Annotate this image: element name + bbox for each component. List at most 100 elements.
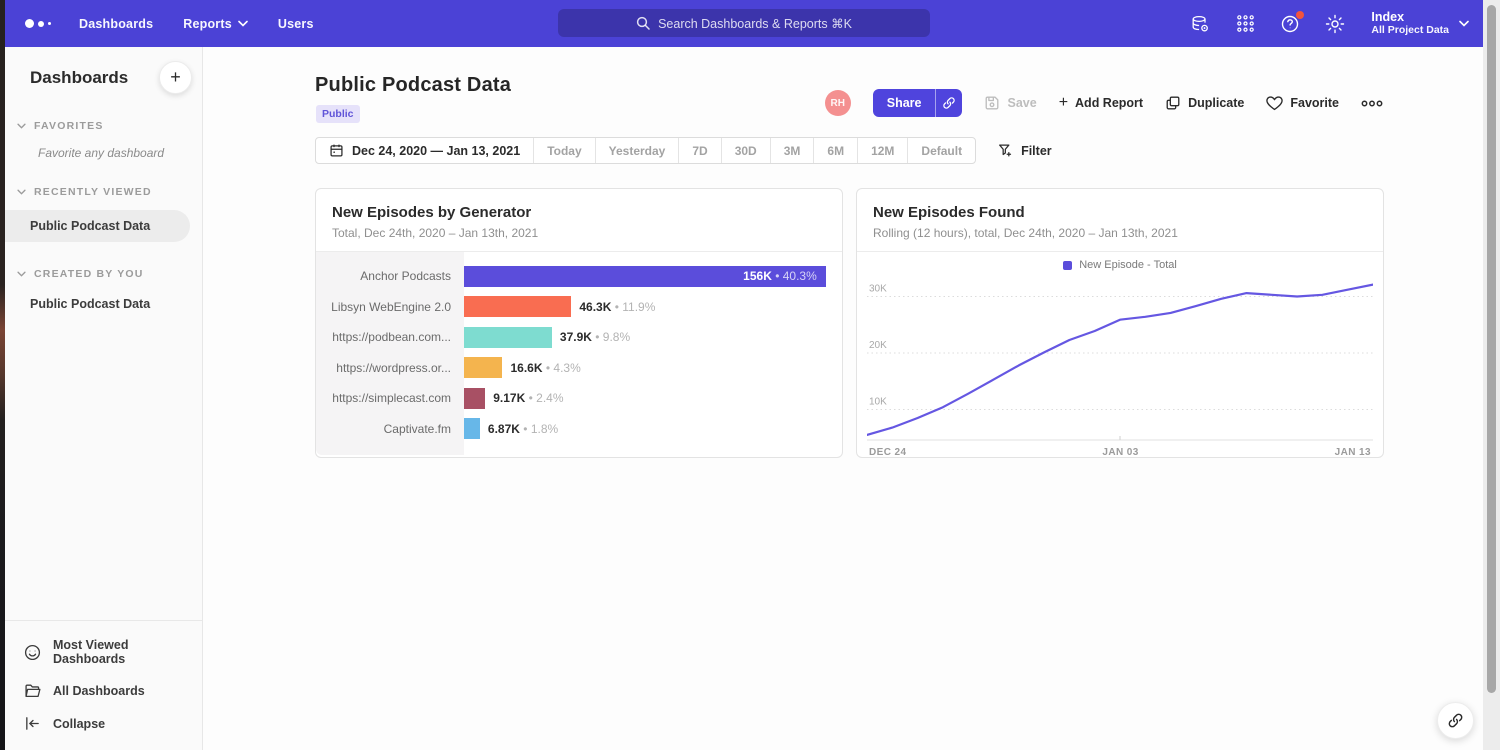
bar[interactable] xyxy=(464,357,502,378)
preset-12m[interactable]: 12M xyxy=(857,138,907,163)
bar-row: https://podbean.com... 37.9K • 9.8% xyxy=(316,322,842,353)
favorite-button[interactable]: Favorite xyxy=(1266,95,1339,111)
bar-value: 156K • 40.3% xyxy=(743,269,826,283)
bar-row: Libsyn WebEngine 2.0 46.3K • 11.9% xyxy=(316,292,842,323)
bar[interactable] xyxy=(464,296,571,317)
sidebar-title: Dashboards xyxy=(30,68,128,88)
bar-track: 9.17K • 2.4% xyxy=(464,383,842,414)
bar-category-label: https://wordpress.or... xyxy=(316,361,464,375)
date-range-picker[interactable]: Dec 24, 2020 — Jan 13, 2021 xyxy=(316,138,533,163)
most-viewed-dashboards-button[interactable]: Most Viewed Dashboards xyxy=(5,630,202,674)
page-title: Public Podcast Data xyxy=(315,74,511,97)
date-range-box: Dec 24, 2020 — Jan 13, 2021 Today Yester… xyxy=(315,137,976,164)
bar-value: 46.3K • 11.9% xyxy=(579,300,655,314)
search-placeholder: Search Dashboards & Reports ⌘K xyxy=(658,16,852,31)
bar-value: 9.17K • 2.4% xyxy=(493,391,563,405)
preset-today[interactable]: Today xyxy=(533,138,594,163)
line-chart: 10K20K30K xyxy=(857,274,1383,444)
bar[interactable] xyxy=(464,388,485,409)
bar-track: 156K • 40.3% xyxy=(464,261,842,292)
plus-icon: + xyxy=(1059,95,1068,111)
svg-text:30K: 30K xyxy=(869,284,887,295)
link-icon xyxy=(1447,712,1464,729)
chevron-down-icon xyxy=(17,271,26,277)
calendar-icon xyxy=(329,143,344,158)
all-dashboards-button[interactable]: All Dashboards xyxy=(5,674,202,707)
copy-link-floating-button[interactable] xyxy=(1437,702,1474,739)
duplicate-button[interactable]: Duplicate xyxy=(1165,95,1244,111)
preset-3m[interactable]: 3M xyxy=(770,138,814,163)
bar-row: https://wordpress.or...16.6K • 4.3% xyxy=(316,353,842,384)
chevron-down-icon xyxy=(238,20,248,27)
bar[interactable] xyxy=(464,327,552,348)
card-title[interactable]: New Episodes Found xyxy=(873,204,1367,221)
main-content: Public Podcast Data Public RH Share Save xyxy=(203,47,1483,750)
bar-track: 6.87K • 1.8% xyxy=(464,414,842,445)
add-report-button[interactable]: + Add Report xyxy=(1059,95,1143,111)
preset-default[interactable]: Default xyxy=(907,138,975,163)
page-scrollbar[interactable] xyxy=(1483,0,1500,750)
bar[interactable]: 156K • 40.3% xyxy=(464,266,826,287)
save-icon xyxy=(984,95,1000,111)
search-input[interactable]: Search Dashboards & Reports ⌘K xyxy=(558,9,930,37)
nav-link-reports[interactable]: Reports xyxy=(183,17,248,31)
card-new-episodes-by-generator: New Episodes by Generator Total, Dec 24t… xyxy=(315,188,843,458)
bar-chart-rows: Anchor Podcasts 156K • 40.3% Libsyn WebEng… xyxy=(316,252,842,444)
project-name: Index xyxy=(1371,10,1449,24)
header-actions: RH Share Save + Add Report xyxy=(825,89,1383,117)
chevron-down-icon xyxy=(1459,20,1469,27)
section-favorites[interactable]: FAVORITES xyxy=(5,120,202,132)
project-selector[interactable]: Index All Project Data xyxy=(1371,10,1469,37)
bar-category-label: Captivate.fm xyxy=(316,422,464,436)
card-title[interactable]: New Episodes by Generator xyxy=(332,204,826,221)
top-nav: Dashboards Reports Users Search Dashboar… xyxy=(5,0,1483,47)
notification-badge xyxy=(1296,11,1304,19)
bar-category-label: Anchor Podcasts xyxy=(316,269,464,283)
bar[interactable] xyxy=(464,418,480,439)
section-created-by-you[interactable]: CREATED BY YOU xyxy=(5,268,202,280)
favorites-empty-text: Favorite any dashboard xyxy=(5,132,202,160)
duplicate-icon xyxy=(1165,95,1181,111)
svg-text:20K: 20K xyxy=(869,340,887,351)
folder-icon xyxy=(24,682,41,699)
avatar[interactable]: RH xyxy=(825,90,851,116)
card-new-episodes-found: New Episodes Found Rolling (12 hours), t… xyxy=(856,188,1384,458)
x-tick: JAN 03 xyxy=(1102,447,1138,458)
section-recently-viewed[interactable]: RECENTLY VIEWED xyxy=(5,186,202,198)
preset-yesterday[interactable]: Yesterday xyxy=(595,138,679,163)
bar-track: 16.6K • 4.3% xyxy=(464,353,842,384)
sidebar-footer: Most Viewed Dashboards All Dashboards Co… xyxy=(5,620,202,750)
chevron-down-icon xyxy=(17,189,26,195)
heart-icon xyxy=(1266,95,1283,111)
apps-grid-icon[interactable] xyxy=(1234,13,1256,35)
share-link-icon[interactable] xyxy=(935,89,962,117)
help-icon[interactable] xyxy=(1279,13,1301,35)
public-badge: Public xyxy=(316,105,360,123)
chevron-down-icon xyxy=(17,123,26,129)
collapse-sidebar-button[interactable]: Collapse xyxy=(5,707,202,740)
sidebar-item-public-podcast-data[interactable]: Public Podcast Data xyxy=(5,210,190,242)
bar-value: 6.87K • 1.8% xyxy=(488,422,558,436)
scrollbar-thumb[interactable] xyxy=(1487,5,1496,693)
settings-icon[interactable] xyxy=(1324,13,1346,35)
bar-value: 37.9K • 9.8% xyxy=(560,330,630,344)
line-chart-svg[interactable]: 10K20K30K xyxy=(867,274,1373,444)
add-dashboard-button[interactable]: + xyxy=(159,61,192,94)
x-axis-labels: DEC 24 JAN 03 JAN 13 xyxy=(857,444,1383,458)
share-button[interactable]: Share xyxy=(873,89,963,117)
filter-button[interactable]: Filter xyxy=(998,143,1052,158)
preset-30d[interactable]: 30D xyxy=(721,138,770,163)
sidebar-item-public-podcast-data-created[interactable]: Public Podcast Data xyxy=(5,288,202,320)
bar-category-label: https://podbean.com... xyxy=(316,330,464,344)
bar-track: 37.9K • 9.8% xyxy=(464,322,842,353)
more-options-button[interactable] xyxy=(1361,100,1383,107)
nav-link-users[interactable]: Users xyxy=(278,17,314,31)
preset-6m[interactable]: 6M xyxy=(813,138,857,163)
bar-category-label: Libsyn WebEngine 2.0 xyxy=(316,300,464,314)
preset-7d[interactable]: 7D xyxy=(678,138,720,163)
card-subtitle: Total, Dec 24th, 2020 – Jan 13th, 2021 xyxy=(332,226,826,240)
app-logo[interactable] xyxy=(25,19,51,28)
data-management-icon[interactable] xyxy=(1189,13,1211,35)
nav-link-dashboards[interactable]: Dashboards xyxy=(79,17,153,31)
save-button[interactable]: Save xyxy=(984,95,1036,111)
